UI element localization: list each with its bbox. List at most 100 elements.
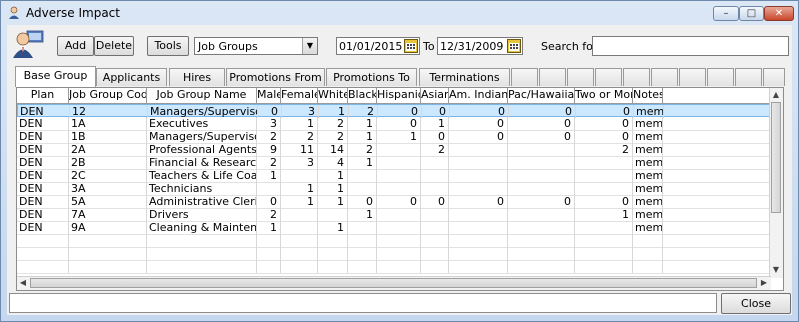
table-row[interactable]: DEN1AExecutives312101000memo	[17, 117, 771, 131]
cell-two-or-more[interactable]: 0	[575, 130, 633, 143]
table-row[interactable]: DEN2BFinancial & Research Pr2341 memo	[17, 156, 771, 170]
cell-job-group-name[interactable]: Drivers	[147, 208, 257, 221]
cell-two-or-more[interactable]	[575, 182, 633, 195]
cell-am-indian[interactable]	[449, 156, 508, 169]
cell-black[interactable]: 1	[348, 208, 377, 221]
window-close-button[interactable]: ✕	[764, 6, 794, 21]
cell-pac-hawaiian[interactable]	[508, 221, 575, 234]
table-row[interactable]: DEN2AProfessional Agents & P91114222memo	[17, 143, 771, 157]
cell-asian[interactable]	[421, 156, 449, 169]
column-header-job-group-code[interactable]: Job Group Code	[69, 88, 147, 103]
title-bar[interactable]: Adverse Impact – □ ✕	[1, 1, 798, 25]
cell-hispanic[interactable]: 1	[377, 130, 421, 143]
cell-two-or-more[interactable]	[575, 221, 633, 234]
cell-job-group-name[interactable]: Technicians	[147, 182, 257, 195]
cell-am-indian[interactable]	[449, 169, 508, 182]
cell-pac-hawaiian[interactable]	[508, 169, 575, 182]
cell-notes[interactable]: memo	[633, 117, 663, 130]
cell-plan[interactable]: DEN	[17, 169, 69, 182]
tools-button[interactable]: Tools	[147, 36, 189, 56]
cell-male[interactable]: 3	[257, 117, 281, 130]
cell-am-indian[interactable]	[449, 221, 508, 234]
cell-hispanic[interactable]	[377, 156, 421, 169]
tab-hires[interactable]: Hires	[169, 68, 225, 86]
cell-plan[interactable]: DEN	[17, 143, 69, 156]
cell-notes[interactable]: memo	[633, 195, 663, 208]
date-from-field[interactable]: 01/01/2015	[336, 37, 420, 55]
cell-black[interactable]	[348, 169, 377, 182]
cell-black[interactable]: 1	[348, 156, 377, 169]
cell-black[interactable]: 1	[348, 130, 377, 143]
cell-female[interactable]: 2	[281, 130, 318, 143]
cell-female[interactable]: 1	[281, 117, 318, 130]
cell-plan[interactable]: DEN	[17, 156, 69, 169]
cell-hispanic[interactable]: 0	[377, 195, 421, 208]
tab-blank[interactable]	[539, 68, 566, 86]
cell-white[interactable]: 2	[318, 117, 348, 130]
cell-black[interactable]	[348, 221, 377, 234]
table-row[interactable]: DEN1BManagers/Supervisors222110000memo	[17, 130, 771, 144]
scroll-down-icon[interactable]: ▼	[770, 264, 782, 276]
column-header-pac-hawaiian[interactable]: Pac/Hawaiian	[508, 88, 575, 103]
cell-white[interactable]	[318, 208, 348, 221]
calendar-icon[interactable]	[404, 39, 418, 53]
cell-am-indian[interactable]: 0	[449, 117, 508, 130]
cell-two-or-more[interactable]: 2	[575, 143, 633, 156]
cell-hispanic[interactable]	[377, 208, 421, 221]
cell-plan[interactable]: DEN	[17, 182, 69, 195]
cell-asian[interactable]	[421, 221, 449, 234]
cell-black[interactable]: 0	[348, 195, 377, 208]
group-type-dropdown[interactable]: Job Groups ▼	[194, 37, 318, 55]
tab-promotions-from[interactable]: Promotions From	[226, 68, 325, 86]
table-row[interactable]: DEN3ATechnicians 11 memo	[17, 182, 771, 196]
cell-am-indian[interactable]	[449, 208, 508, 221]
tab-blank[interactable]	[511, 68, 538, 86]
cell-asian[interactable]: 0	[421, 195, 449, 208]
cell-white[interactable]: 4	[318, 156, 348, 169]
cell-pac-hawaiian[interactable]: 0	[508, 130, 575, 143]
table-row[interactable]: DEN12Managers/Supervisors031200000memo	[17, 104, 771, 118]
cell-job-group-name[interactable]: Financial & Research Pr	[147, 156, 257, 169]
column-header-job-group-name[interactable]: Job Group Name	[147, 88, 257, 103]
cell-asian[interactable]	[421, 169, 449, 182]
cell-female[interactable]: 1	[281, 195, 318, 208]
horizontal-scroll-thumb[interactable]	[30, 278, 757, 288]
cell-notes[interactable]: memo	[633, 208, 663, 221]
cell-job-group-code[interactable]: 2A	[69, 143, 147, 156]
tab-promotions-to[interactable]: Promotions To	[326, 68, 417, 86]
cell-male[interactable]: 2	[257, 208, 281, 221]
cell-asian[interactable]: 0	[421, 130, 449, 143]
cell-pac-hawaiian[interactable]	[508, 208, 575, 221]
cell-male[interactable]: 0	[257, 195, 281, 208]
vertical-scrollbar[interactable]: ▲ ▼	[769, 88, 783, 278]
minimize-button[interactable]: –	[713, 6, 739, 21]
cell-hispanic[interactable]	[377, 169, 421, 182]
column-header-asian[interactable]: Asian	[421, 88, 449, 103]
cell-am-indian[interactable]: 0	[449, 195, 508, 208]
cell-am-indian[interactable]	[449, 182, 508, 195]
cell-job-group-name[interactable]: Teachers & Life Coaches	[147, 169, 257, 182]
close-button[interactable]: Close	[721, 293, 791, 314]
cell-black[interactable]: 2	[348, 143, 377, 156]
cell-job-group-code[interactable]: 1A	[69, 117, 147, 130]
cell-job-group-name[interactable]: Cleaning & Maintenance	[147, 221, 257, 234]
cell-asian[interactable]	[421, 208, 449, 221]
cell-two-or-more[interactable]: 1	[575, 208, 633, 221]
cell-white[interactable]: 2	[318, 130, 348, 143]
cell-two-or-more[interactable]	[575, 169, 633, 182]
tab-blank[interactable]	[595, 68, 622, 86]
delete-button[interactable]: Delete	[94, 36, 134, 56]
column-header-two-or-more[interactable]: Two or More	[575, 88, 633, 103]
cell-male[interactable]: 2	[257, 130, 281, 143]
cell-plan[interactable]: DEN	[17, 195, 69, 208]
cell-job-group-code[interactable]: 9A	[69, 221, 147, 234]
cell-job-group-code[interactable]: 3A	[69, 182, 147, 195]
tab-applicants[interactable]: Applicants	[96, 68, 167, 86]
horizontal-scrollbar[interactable]: ◀ ▶	[17, 276, 771, 290]
tab-blank[interactable]	[623, 68, 650, 86]
cell-male[interactable]: 9	[257, 143, 281, 156]
chevron-down-icon[interactable]: ▼	[302, 38, 317, 54]
cell-job-group-code[interactable]: 2B	[69, 156, 147, 169]
table-row[interactable]: DEN2CTeachers & Life Coaches11memo	[17, 169, 771, 183]
cell-pac-hawaiian[interactable]	[508, 143, 575, 156]
